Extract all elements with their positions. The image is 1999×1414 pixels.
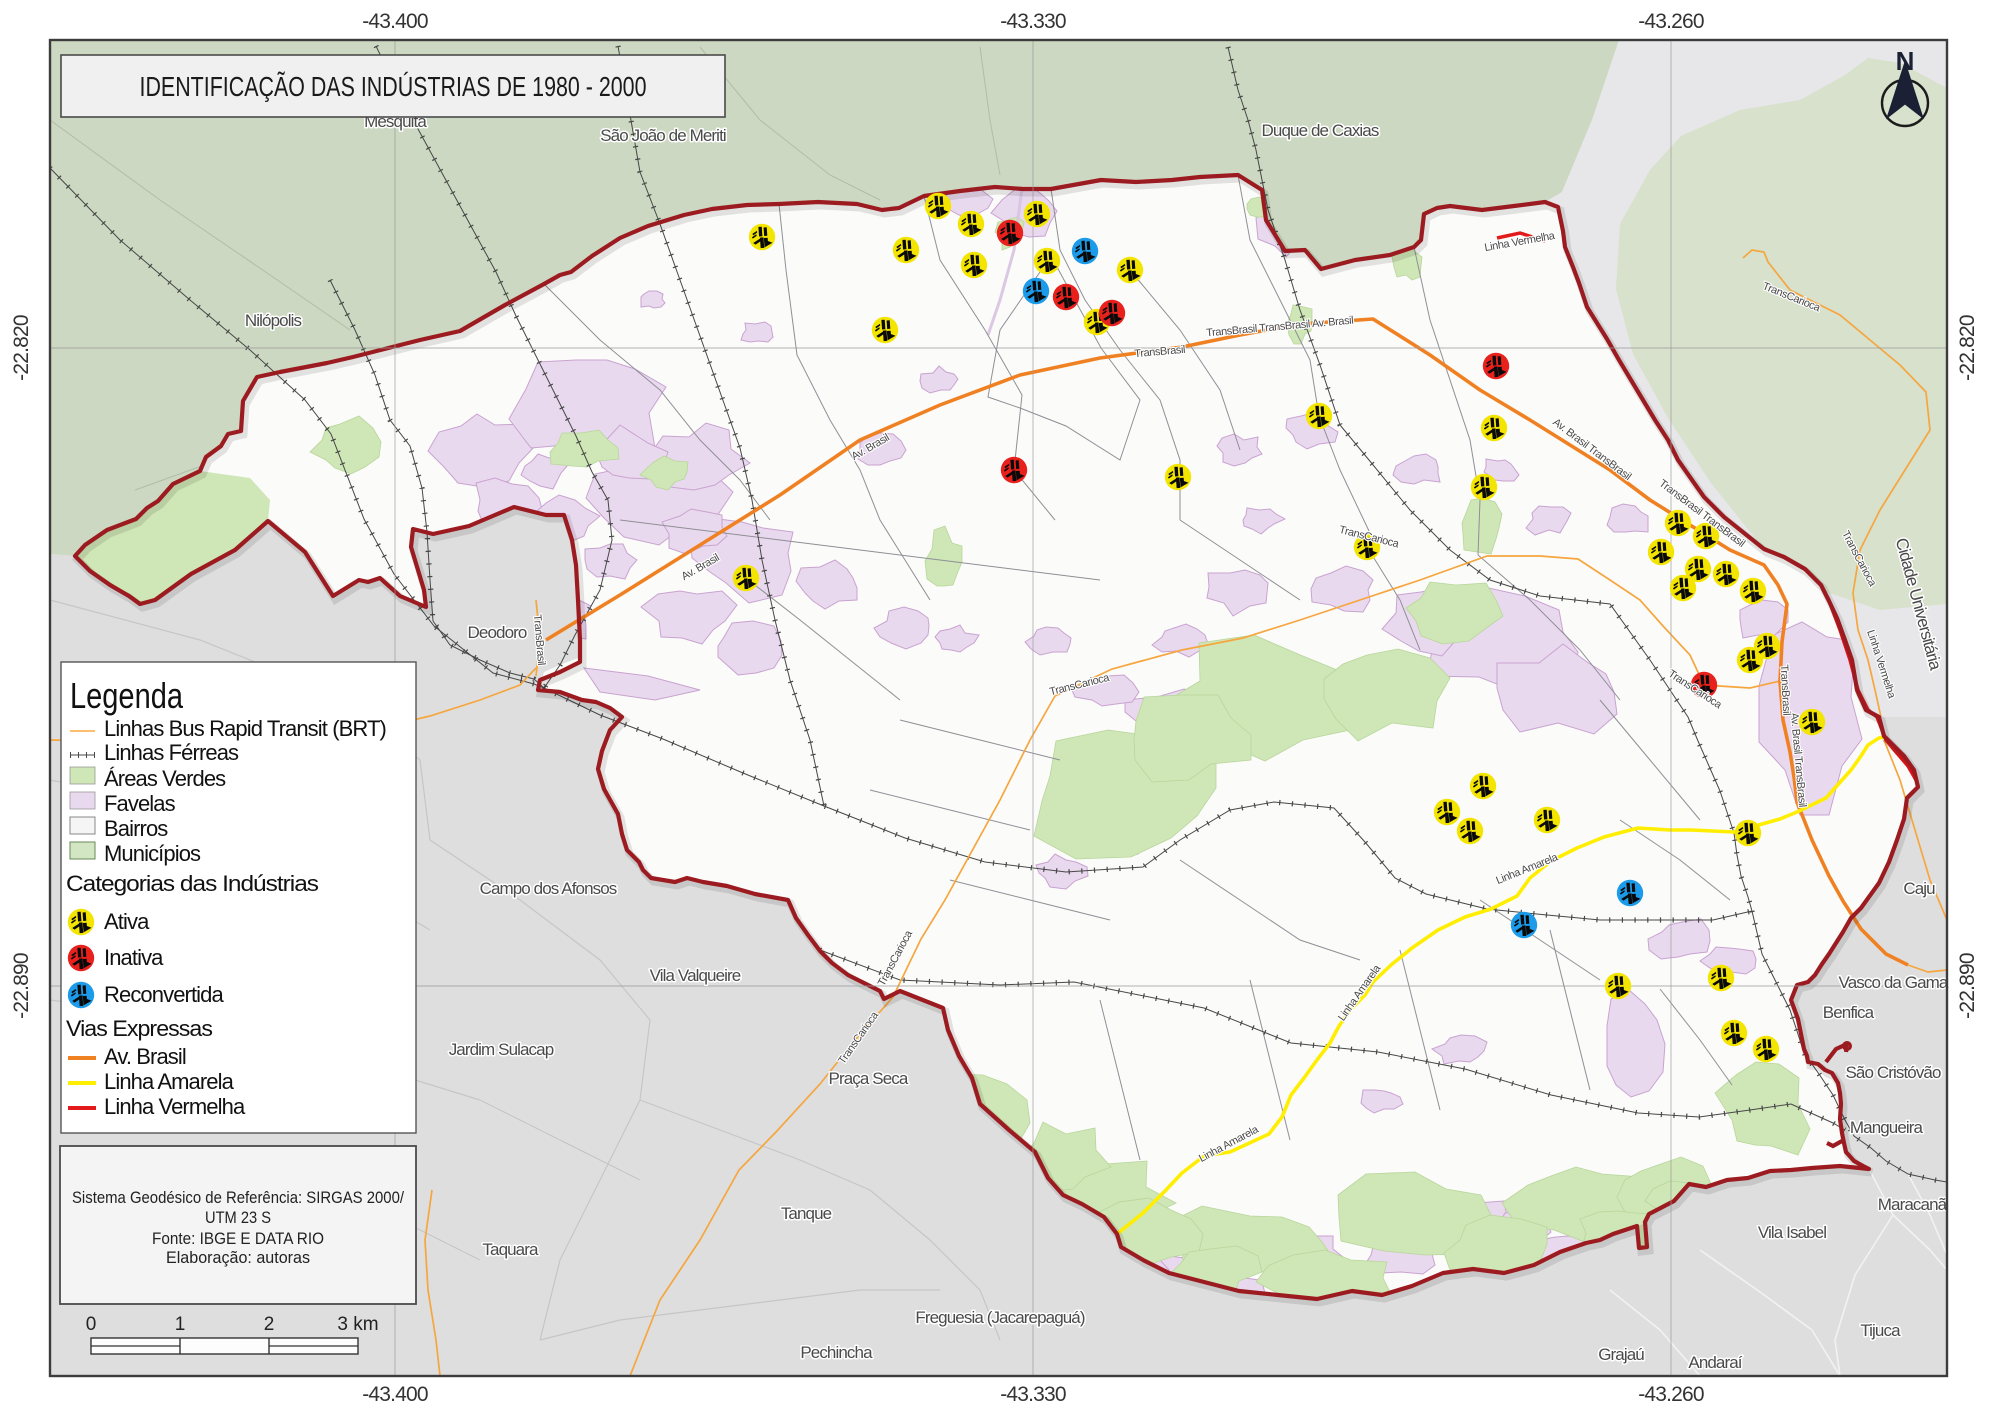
svg-text:UTM 23 S: UTM 23 S	[205, 1208, 271, 1227]
svg-text:Duque de Caxias: Duque de Caxias	[1262, 121, 1379, 140]
svg-text:Av. Brasil: Av. Brasil	[104, 1044, 186, 1069]
svg-text:Linha Vermelha: Linha Vermelha	[104, 1094, 246, 1119]
svg-text:-22.820: -22.820	[1956, 315, 1979, 381]
svg-text:Tijuca: Tijuca	[1860, 1321, 1901, 1340]
svg-text:0: 0	[86, 1314, 97, 1335]
svg-text:Tanque: Tanque	[781, 1204, 832, 1223]
svg-text:-43.260: -43.260	[1638, 1383, 1704, 1406]
svg-text:Mangueira: Mangueira	[1850, 1118, 1924, 1137]
svg-text:Elaboração: autoras: Elaboração: autoras	[166, 1248, 310, 1267]
svg-text:Freguesia (Jacarepaguá): Freguesia (Jacarepaguá)	[915, 1308, 1084, 1327]
svg-text:Linhas Férreas: Linhas Férreas	[104, 740, 239, 765]
svg-text:-43.330: -43.330	[1000, 1383, 1066, 1406]
svg-text:Vila Valqueire: Vila Valqueire	[650, 966, 741, 985]
svg-text:Sistema Geodésico de Referênci: Sistema Geodésico de Referência: SIRGAS …	[72, 1188, 404, 1207]
svg-text:Campo dos Afonsos: Campo dos Afonsos	[480, 879, 617, 898]
svg-text:Caju: Caju	[1903, 879, 1935, 898]
svg-text:-43.400: -43.400	[362, 1383, 428, 1406]
svg-text:Linhas Bus Rapid Transit (BRT): Linhas Bus Rapid Transit (BRT)	[104, 716, 386, 741]
svg-text:2: 2	[264, 1314, 275, 1335]
svg-text:Pechincha: Pechincha	[800, 1343, 873, 1362]
svg-text:Praça Seca: Praça Seca	[829, 1069, 909, 1088]
svg-text:Fonte: IBGE E DATA RIO: Fonte: IBGE E DATA RIO	[152, 1229, 324, 1248]
svg-text:Vila Isabel: Vila Isabel	[1758, 1223, 1826, 1242]
svg-text:Taquara: Taquara	[482, 1240, 539, 1259]
svg-text:Ativa: Ativa	[104, 909, 150, 934]
svg-text:Grajaú: Grajaú	[1598, 1345, 1644, 1364]
svg-text:-22.890: -22.890	[1956, 953, 1979, 1019]
svg-text:3 km: 3 km	[337, 1314, 378, 1335]
svg-text:-43.330: -43.330	[1000, 10, 1066, 33]
svg-text:Inativa: Inativa	[104, 945, 164, 970]
svg-text:-22.820: -22.820	[10, 315, 33, 381]
svg-text:São João de Meriti: São João de Meriti	[600, 126, 726, 145]
svg-text:IDENTIFICAÇÃO DAS INDÚSTRIAS D: IDENTIFICAÇÃO DAS INDÚSTRIAS DE 1980 - 2…	[140, 71, 647, 102]
svg-text:Bairros: Bairros	[104, 816, 168, 841]
svg-text:Deodoro: Deodoro	[468, 623, 527, 642]
svg-text:Reconvertida: Reconvertida	[104, 982, 224, 1007]
svg-text:Maracanã: Maracanã	[1878, 1195, 1948, 1214]
svg-text:-22.890: -22.890	[10, 953, 33, 1019]
svg-text:Linha Amarela: Linha Amarela	[104, 1069, 235, 1094]
svg-text:Andaraí: Andaraí	[1688, 1353, 1742, 1372]
svg-text:Jardim Sulacap: Jardim Sulacap	[449, 1040, 554, 1059]
svg-text:Legenda: Legenda	[70, 675, 184, 716]
svg-text:-43.400: -43.400	[362, 10, 428, 33]
svg-text:Favelas: Favelas	[104, 791, 176, 816]
svg-text:Nilópolis: Nilópolis	[245, 311, 302, 330]
svg-text:Áreas Verdes: Áreas Verdes	[104, 766, 226, 791]
svg-text:-43.260: -43.260	[1638, 10, 1704, 33]
svg-text:Benfica: Benfica	[1823, 1003, 1875, 1022]
svg-text:Vias Expressas: Vias Expressas	[66, 1016, 213, 1041]
svg-text:Vasco da Gama: Vasco da Gama	[1839, 973, 1949, 992]
svg-text:São Cristóvão: São Cristóvão	[1845, 1063, 1941, 1082]
svg-text:1: 1	[175, 1314, 186, 1335]
svg-text:Categorias das Indústrias: Categorias das Indústrias	[66, 871, 319, 896]
svg-text:Municípios: Municípios	[104, 841, 201, 866]
